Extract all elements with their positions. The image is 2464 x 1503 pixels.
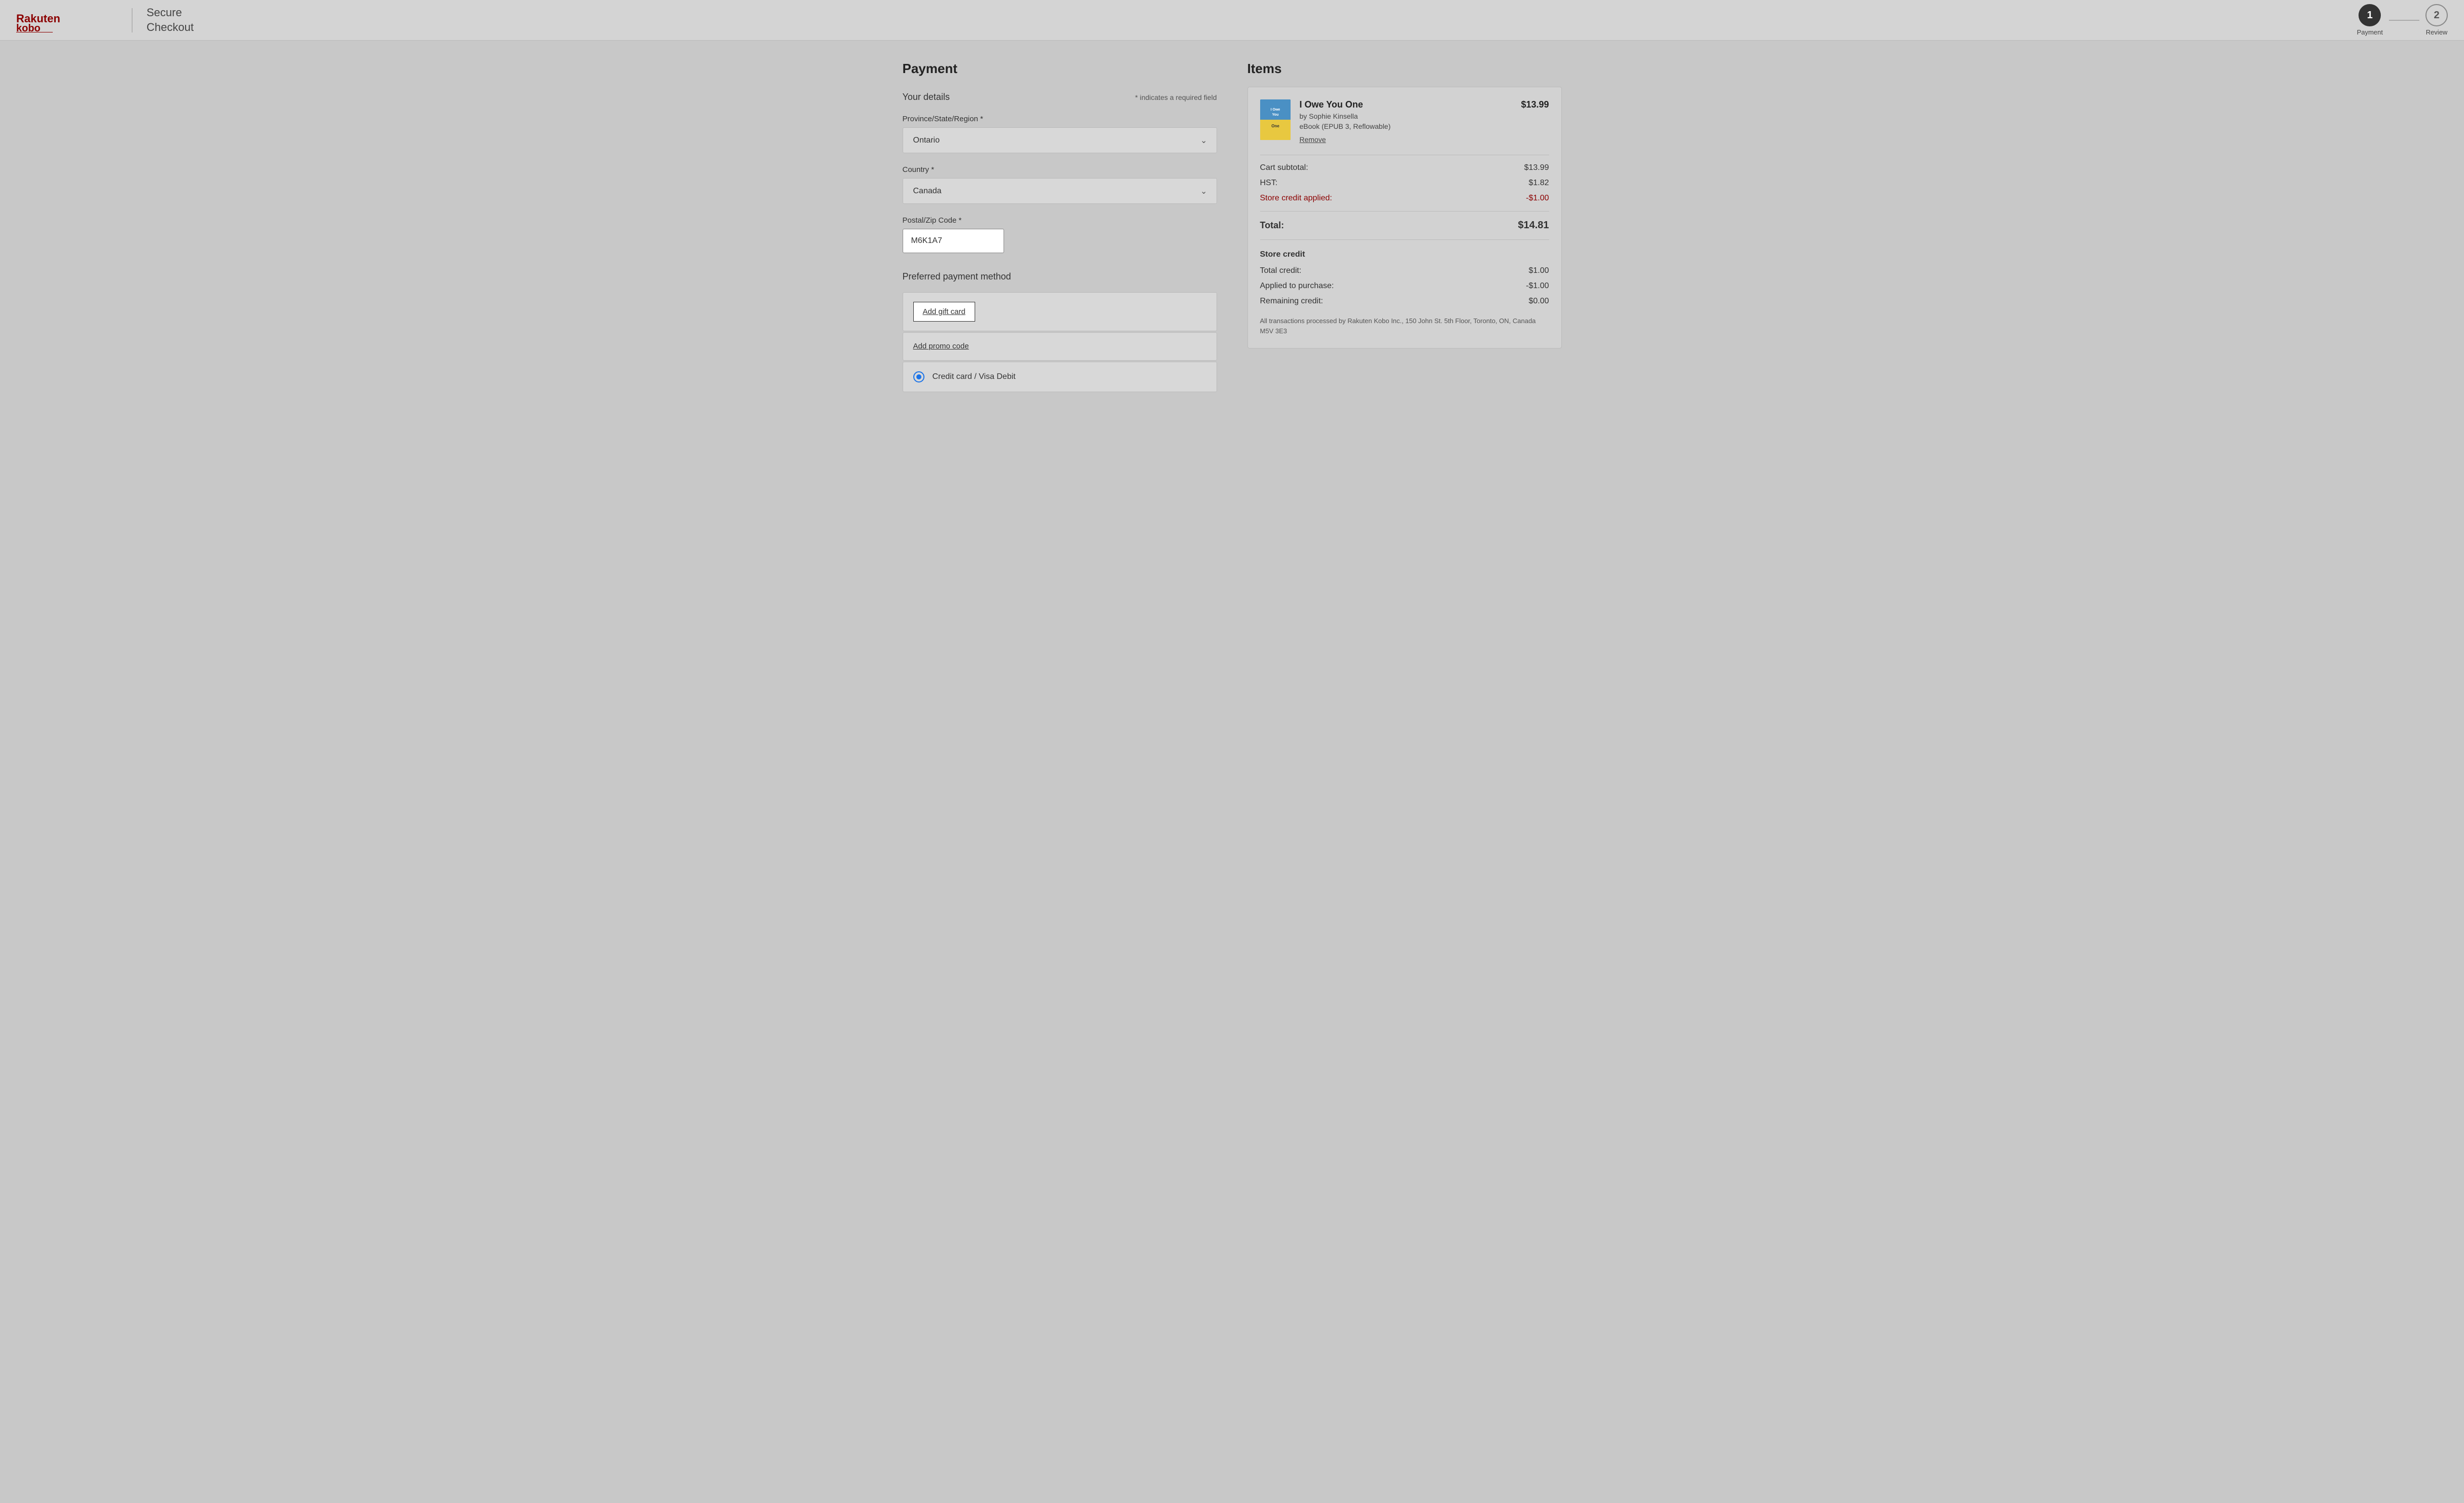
postal-input[interactable]: [903, 229, 1004, 253]
divider-2: [1260, 211, 1549, 212]
country-label: Country *: [903, 165, 1217, 174]
promo-code-box: Add promo code: [903, 332, 1217, 361]
store-credit-section: Store credit Total credit: $1.00 Applied…: [1260, 250, 1549, 306]
divider-3: [1260, 239, 1549, 240]
hst-label: HST:: [1260, 179, 1278, 188]
add-promo-code-button[interactable]: Add promo code: [913, 342, 969, 351]
credit-card-label: Credit card / Visa Debit: [933, 372, 1016, 381]
applied-to-purchase-row: Applied to purchase: -$1.00: [1260, 282, 1549, 291]
total-label: Total:: [1260, 220, 1284, 231]
province-field-group: Province/State/Region * Ontario ⌄: [903, 115, 1217, 153]
cart-subtotal-value: $13.99: [1524, 163, 1549, 172]
store-credit-applied-value: -$1.00: [1526, 194, 1549, 203]
book-cover: I Owe You One: [1260, 99, 1291, 140]
book-info: I Owe You One by Sophie Kinsella eBook (…: [1300, 99, 1512, 145]
main-content: Payment Your details * indicates a requi…: [882, 41, 1582, 423]
applied-to-purchase-label: Applied to purchase:: [1260, 282, 1334, 291]
book-title: I Owe You One: [1300, 99, 1512, 110]
total-credit-row: Total credit: $1.00: [1260, 266, 1549, 275]
book-author: by Sophie Kinsella: [1300, 112, 1512, 120]
total-value: $14.81: [1518, 220, 1549, 231]
remove-button[interactable]: Remove: [1300, 135, 1326, 144]
item-row: I Owe You One I Owe You One by Sophie Ki…: [1260, 99, 1549, 145]
total-row: Total: $14.81: [1260, 220, 1549, 231]
total-credit-value: $1.00: [1528, 266, 1549, 275]
transaction-note: All transactions processed by Rakuten Ko…: [1260, 316, 1549, 336]
step-2-label: Review: [2426, 28, 2448, 36]
total-credit-label: Total credit:: [1260, 266, 1302, 275]
store-credit-section-title: Store credit: [1260, 250, 1549, 259]
svg-text:You: You: [1272, 113, 1278, 117]
header: Rakuten kobo Secure Checkout 1 Payment: [0, 0, 2464, 41]
checkout-steps: 1 Payment 2 Review: [2357, 4, 2448, 36]
book-format: eBook (EPUB 3, Reflowable): [1300, 122, 1512, 130]
step-connector: [2389, 20, 2419, 21]
hst-row: HST: $1.82: [1260, 179, 1549, 188]
step-1-circle: 1: [2359, 4, 2381, 26]
hst-value: $1.82: [1528, 179, 1549, 188]
credit-card-option[interactable]: Credit card / Visa Debit: [903, 362, 1217, 392]
add-gift-card-button[interactable]: Add gift card: [913, 302, 975, 322]
svg-text:I Owe: I Owe: [1270, 108, 1280, 112]
remaining-credit-row: Remaining credit: $0.00: [1260, 297, 1549, 306]
svg-text:One: One: [1271, 124, 1279, 128]
country-select-wrapper[interactable]: Canada ⌄: [903, 178, 1217, 204]
postal-label: Postal/Zip Code *: [903, 216, 1217, 225]
step-payment: 1 Payment: [2357, 4, 2383, 36]
payment-title: Payment: [903, 61, 1217, 77]
step-review: 2 Review: [2425, 4, 2448, 36]
logo-area: Rakuten kobo Secure Checkout: [16, 6, 194, 34]
left-panel: Payment Your details * indicates a requi…: [903, 61, 1217, 392]
svg-text:kobo: kobo: [16, 23, 41, 32]
step-1-label: Payment: [2357, 28, 2383, 36]
your-details-label: Your details: [903, 92, 950, 102]
province-select-wrapper[interactable]: Ontario ⌄: [903, 127, 1217, 153]
payment-method-section: Preferred payment method Add gift card A…: [903, 271, 1217, 392]
store-credit-applied-row: Store credit applied: -$1.00: [1260, 194, 1549, 203]
required-note: * indicates a required field: [1135, 93, 1217, 101]
remaining-credit-label: Remaining credit:: [1260, 297, 1324, 306]
payment-method-title: Preferred payment method: [903, 271, 1217, 282]
credit-card-radio[interactable]: [913, 371, 924, 382]
postal-field-group: Postal/Zip Code *: [903, 216, 1217, 253]
applied-to-purchase-value: -$1.00: [1526, 282, 1549, 291]
your-details-header: Your details * indicates a required fiel…: [903, 92, 1217, 102]
step-2-circle: 2: [2425, 4, 2448, 26]
items-title: Items: [1247, 61, 1562, 77]
province-select[interactable]: Ontario: [903, 128, 1217, 153]
country-field-group: Country * Canada ⌄: [903, 165, 1217, 204]
cart-subtotal-row: Cart subtotal: $13.99: [1260, 163, 1549, 172]
items-box: I Owe You One I Owe You One by Sophie Ki…: [1247, 87, 1562, 348]
right-panel: Items I Owe You One I Owe You One by Sop…: [1247, 61, 1562, 392]
remaining-credit-value: $0.00: [1528, 297, 1549, 306]
secure-checkout-text: Secure Checkout: [147, 6, 194, 34]
rakuten-kobo-logo: Rakuten kobo: [16, 8, 118, 32]
province-label: Province/State/Region *: [903, 115, 1217, 123]
book-price: $13.99: [1521, 99, 1549, 110]
store-credit-applied-label: Store credit applied:: [1260, 194, 1332, 203]
cart-subtotal-label: Cart subtotal:: [1260, 163, 1308, 172]
radio-inner-dot: [916, 374, 921, 379]
gift-card-box: Add gift card: [903, 292, 1217, 331]
country-select[interactable]: Canada: [903, 179, 1217, 203]
